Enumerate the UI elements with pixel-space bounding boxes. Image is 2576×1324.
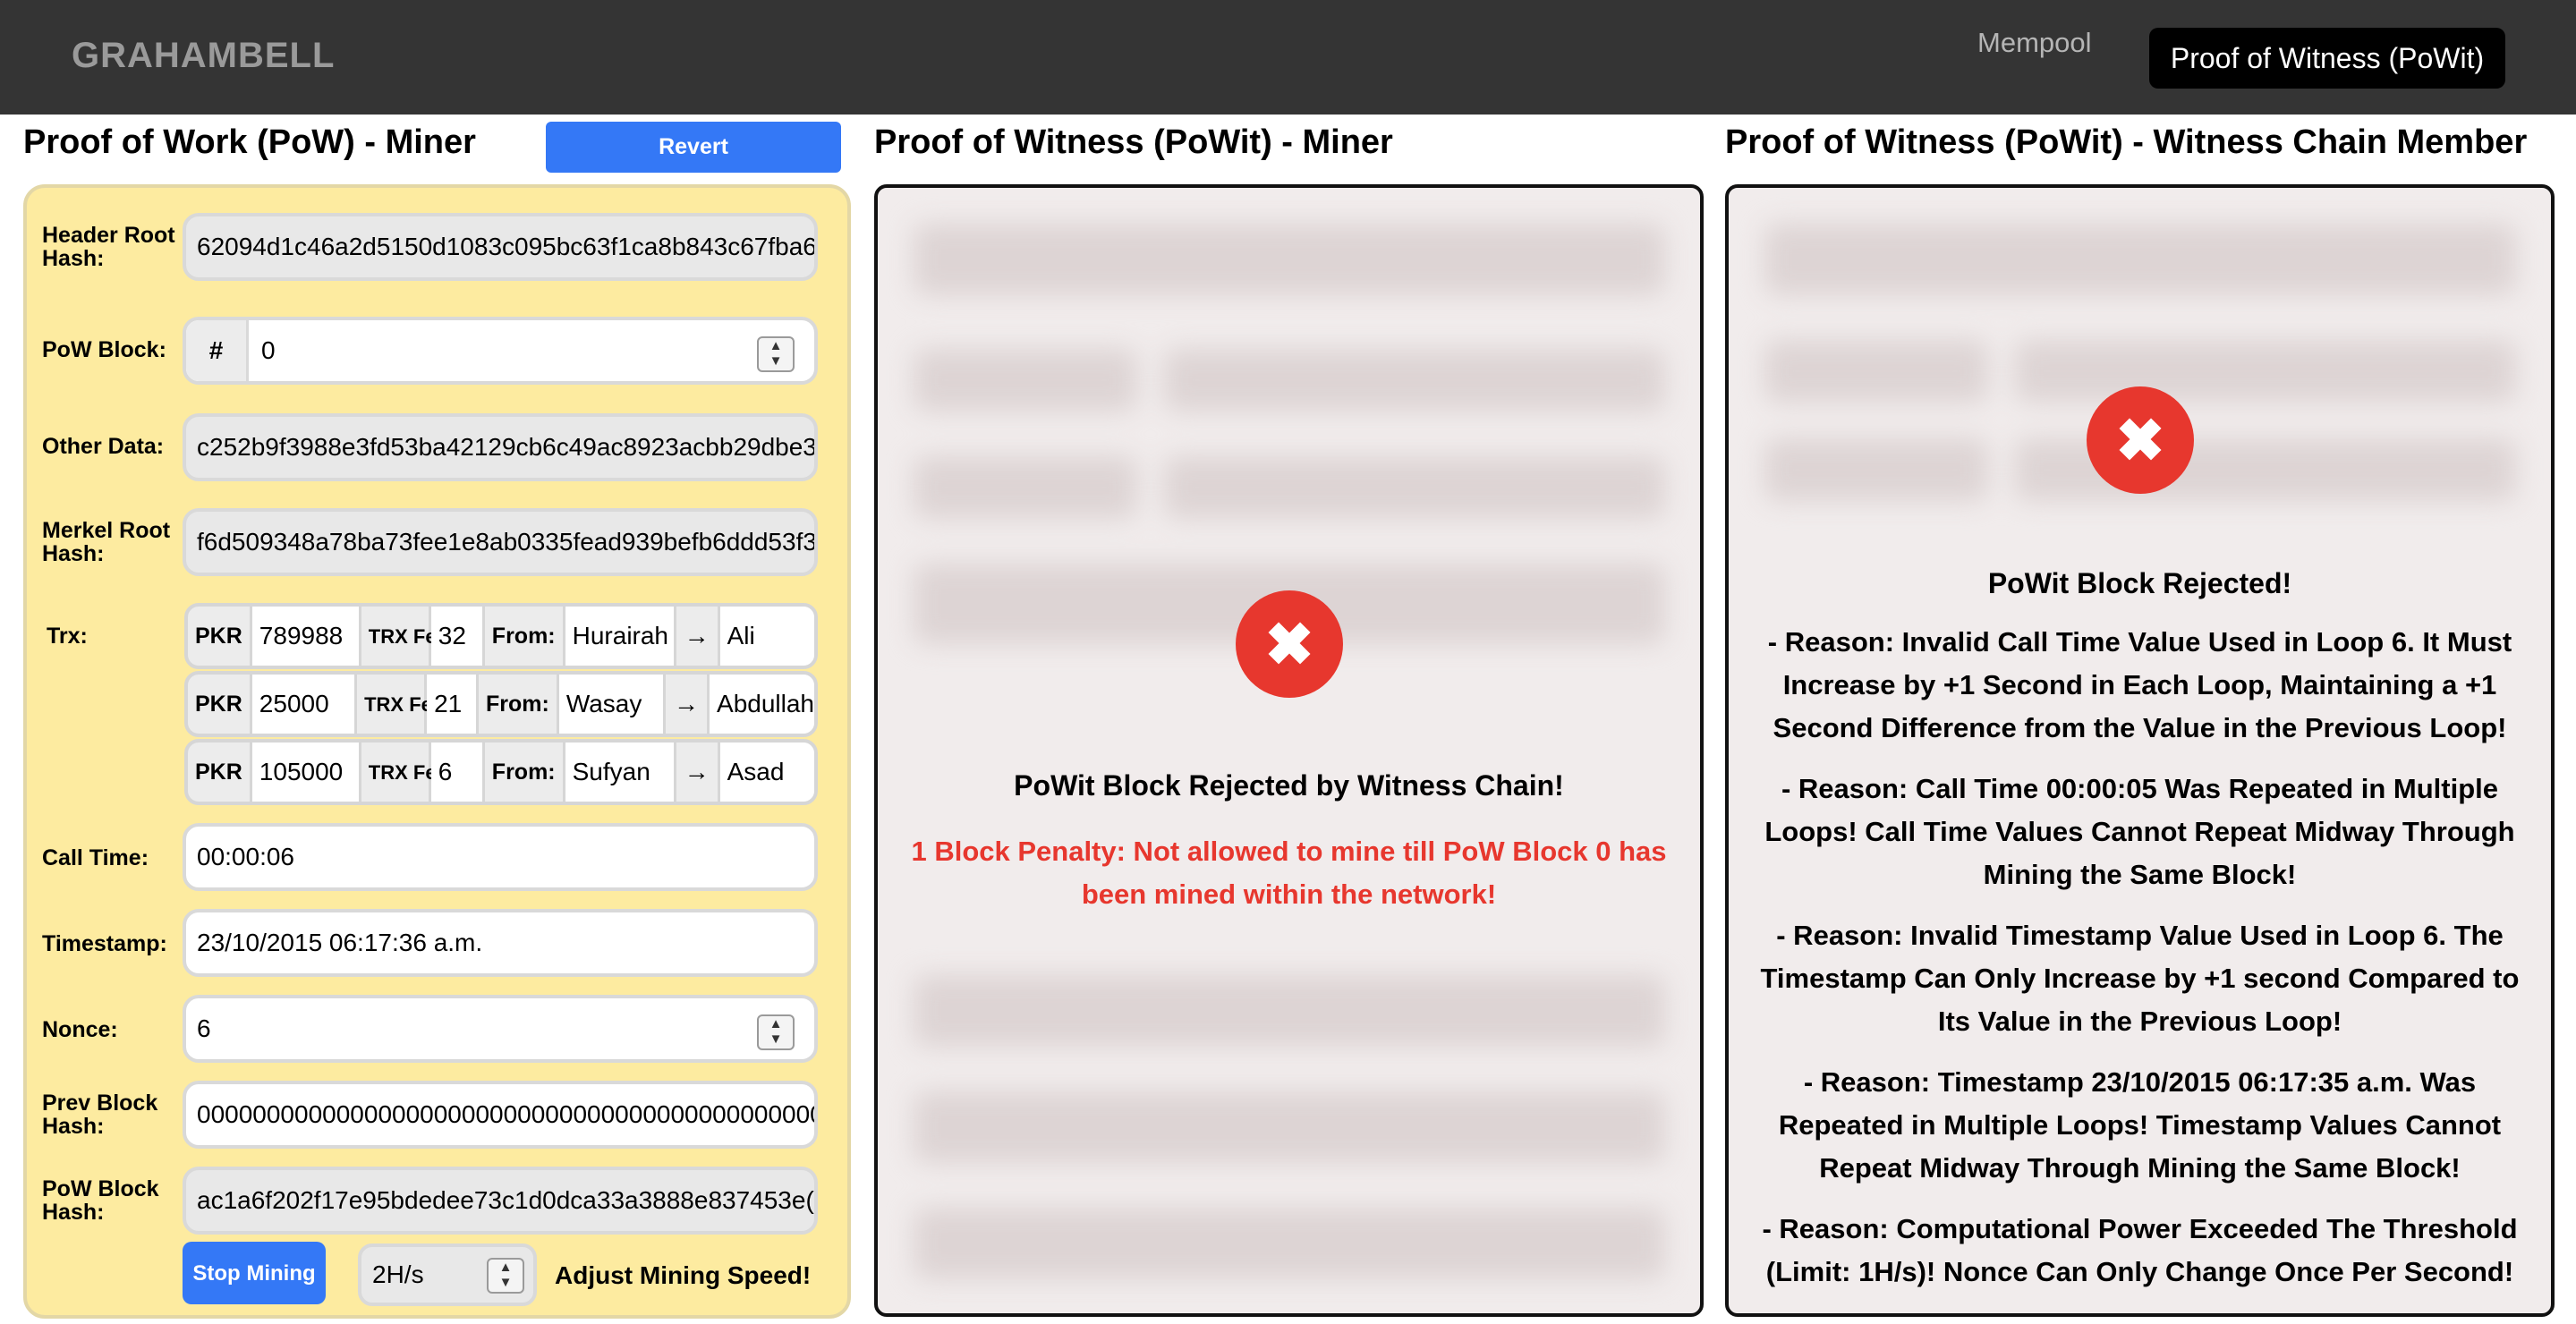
reject-x-icon: ✖ (2087, 386, 2194, 494)
trx-currency: PKR (188, 607, 252, 666)
powit-miner-panel: ✖ PoWit Block Rejected by Witness Chain!… (874, 184, 1704, 1317)
rejection-reasons: - Reason: Invalid Call Time Value Used i… (1743, 621, 2537, 1311)
call-time-input[interactable]: 00:00:06 (183, 823, 818, 891)
timestamp-input[interactable]: 23/10/2015 06:17:36 a.m. (183, 909, 818, 977)
reject-x-icon: ✖ (1236, 590, 1343, 698)
header-root-hash-field[interactable]: 62094d1c46a2d5150d1083c095bc63f1ca8b843c… (183, 213, 818, 281)
pow-block-input[interactable]: # 0 ▲ ▼ (183, 317, 818, 385)
trx-fee-label: TRX Fee: (361, 743, 454, 802)
timestamp-label: Timestamp: (42, 931, 167, 956)
trx-fee-label: TRX Fee: (361, 607, 454, 666)
stop-mining-button[interactable]: Stop Mining (183, 1242, 326, 1304)
prev-block-hash-value: 0000000000000000000000000000000000000000… (197, 1100, 818, 1128)
trx-row[interactable]: PKR 25000 TRX Fee: 21 From: Wasay → Abdu… (184, 671, 818, 737)
other-data-field[interactable]: c252b9f3988e3fd53ba42129cb6c49ac8923acbb… (183, 413, 818, 481)
adjust-speed-label: Adjust Mining Speed! (555, 1261, 812, 1289)
pow-block-label: PoW Block: (42, 337, 166, 362)
merkel-root-hash-value: f6d509348a78ba73fee1e8ab0335fead939befb6… (197, 528, 817, 556)
top-navbar: GRAHAMBELL Mempool Proof of Witness (PoW… (0, 0, 2576, 115)
blurred-background (878, 188, 1700, 1313)
mining-speed-value: 2H/s (372, 1260, 424, 1288)
trx-from-label: From: (485, 743, 565, 802)
trx-amount[interactable]: 105000 (251, 743, 361, 802)
witness-member-title: Proof of Witness (PoWit) - Witness Chain… (1725, 123, 2528, 161)
trx-fee-label: TRX Fee: (357, 675, 449, 734)
rejection-reason: - Reason: Computational Power Exceeded T… (1762, 1213, 2518, 1287)
trx-arrow: → (676, 743, 720, 802)
trx-fee[interactable]: 32 (430, 607, 485, 666)
rejection-reason: - Reason: Invalid Timestamp Value Used i… (1760, 920, 2520, 1037)
other-data-label: Other Data: (42, 434, 165, 459)
header-root-hash-label: Header Root Hash: (42, 223, 175, 271)
mining-speed-input[interactable]: 2H/s ▲ ▼ (358, 1243, 537, 1306)
trx-from-label: From: (479, 675, 559, 734)
trx-amount[interactable]: 25000 (251, 675, 358, 734)
trx-arrow: → (666, 675, 710, 734)
witness-member-panel: ✖ PoWit Block Rejected! - Reason: Invali… (1725, 184, 2555, 1317)
prev-block-hash-field[interactable]: 0000000000000000000000000000000000000000… (183, 1081, 818, 1149)
rejection-reason: - Reason: Invalid Call Time Value Used i… (1767, 626, 2512, 743)
trx-fee[interactable]: 21 (427, 675, 479, 734)
trx-to[interactable]: Abdullah (710, 675, 814, 734)
merkel-root-hash-label: Merkel Root Hash: (42, 518, 171, 566)
nonce-value: 6 (197, 1014, 211, 1042)
revert-button[interactable]: Revert (546, 122, 841, 173)
trx-from[interactable]: Wasay (558, 675, 667, 734)
other-data-value: c252b9f3988e3fd53ba42129cb6c49ac8923acbb… (197, 433, 817, 461)
trx-label: Trx: (47, 624, 88, 649)
powit-miner-title: Proof of Witness (PoWit) - Miner (874, 123, 1393, 161)
header-root-hash-value: 62094d1c46a2d5150d1083c095bc63f1ca8b843c… (197, 233, 817, 260)
trx-from[interactable]: Sufyan (565, 743, 676, 802)
pow-block-hash-prefix: # (186, 320, 249, 381)
trx-fee[interactable]: 6 (430, 743, 485, 802)
rejection-reason: - Reason: Call Time 00:00:05 Was Repeate… (1764, 773, 2515, 890)
trx-currency: PKR (188, 743, 252, 802)
powit-miner-status: PoWit Block Rejected by Witness Chain! (1014, 769, 1564, 802)
nav-link-powit[interactable]: Proof of Witness (PoWit) (2149, 28, 2505, 89)
trx-from-label: From: (485, 607, 565, 666)
pow-block-stepper[interactable]: ▲ ▼ (757, 336, 795, 372)
nonce-input[interactable]: 6 ▲ ▼ (183, 995, 818, 1063)
merkel-root-hash-field[interactable]: f6d509348a78ba73fee1e8ab0335fead939befb6… (183, 508, 818, 576)
penalty-message: 1 Block Penalty: Not allowed to mine til… (911, 836, 1667, 910)
trx-to[interactable]: Asad (719, 743, 814, 802)
trx-from[interactable]: Hurairah (565, 607, 676, 666)
trx-arrow: → (676, 607, 720, 666)
pow-miner-title: Proof of Work (PoW) - Miner (23, 123, 476, 161)
mining-speed-stepper[interactable]: ▲ ▼ (487, 1258, 524, 1294)
witness-member-status: PoWit Block Rejected! (1987, 567, 2292, 599)
pow-block-value: 0 (261, 336, 276, 364)
pow-block-hash-field[interactable]: ac1a6f202f17e95bdedee73c1d0dca33a3888e83… (183, 1167, 818, 1235)
prev-block-hash-label: Prev Block Hash: (42, 1091, 158, 1139)
call-time-value: 00:00:06 (197, 843, 294, 870)
nav-link-mempool[interactable]: Mempool (1977, 27, 2092, 59)
trx-row[interactable]: PKR 789988 TRX Fee: 32 From: Hurairah → … (184, 603, 818, 669)
trx-amount[interactable]: 789988 (251, 607, 361, 666)
rejection-reason: - Reason: Timestamp 23/10/2015 06:17:35 … (1778, 1066, 2502, 1184)
trx-currency: PKR (188, 675, 252, 734)
pow-block-hash-value: ac1a6f202f17e95bdedee73c1d0dca33a3888e83… (197, 1186, 814, 1214)
call-time-label: Call Time: (42, 845, 149, 870)
timestamp-value: 23/10/2015 06:17:36 a.m. (197, 929, 483, 956)
trx-to[interactable]: Ali (719, 607, 814, 666)
nonce-label: Nonce: (42, 1017, 118, 1042)
trx-row[interactable]: PKR 105000 TRX Fee: 6 From: Sufyan → Asa… (184, 739, 818, 805)
nonce-stepper[interactable]: ▲ ▼ (757, 1014, 795, 1050)
pow-block-hash-label: PoW Block Hash: (42, 1176, 159, 1225)
brand-logo[interactable]: GRAHAMBELL (72, 36, 335, 76)
